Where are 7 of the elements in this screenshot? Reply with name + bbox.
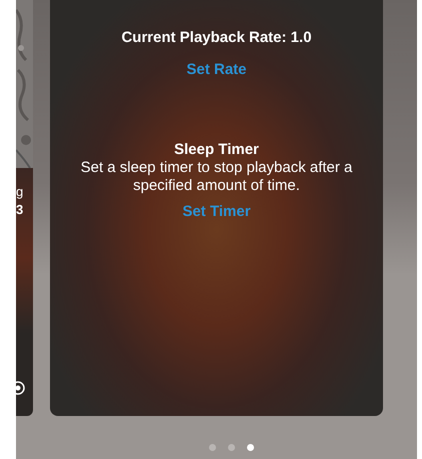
sleep-timer-title: Sleep Timer	[174, 141, 259, 159]
set-rate-button[interactable]: Set Rate	[186, 61, 247, 79]
set-timer-button[interactable]: Set Timer	[182, 203, 251, 221]
playback-rate-label: Current Playback Rate: 1.0	[121, 29, 312, 47]
side-card-text: 3	[16, 202, 24, 218]
side-card-text: g	[16, 184, 24, 200]
sleep-timer-description: Set a sleep timer to stop playback after a specified amount of time.	[80, 159, 354, 195]
